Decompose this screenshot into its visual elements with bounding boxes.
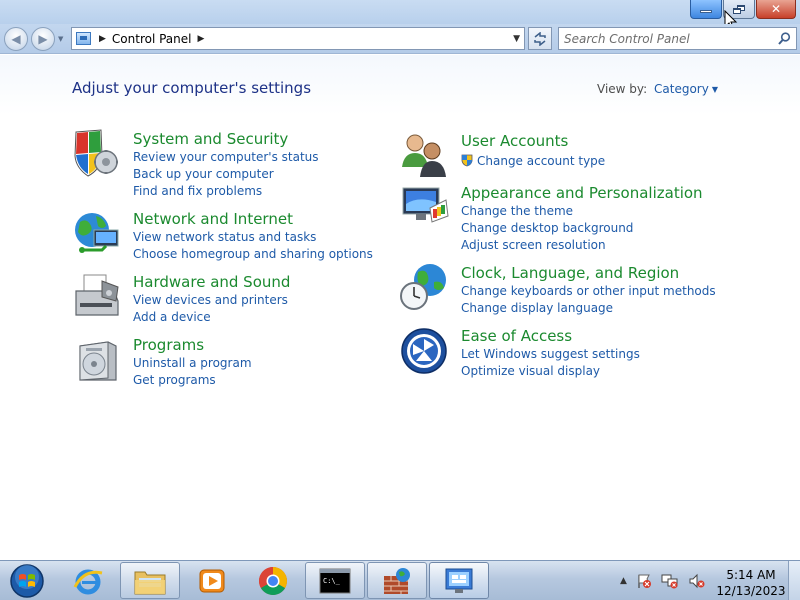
link-get-programs[interactable]: Get programs: [133, 373, 216, 387]
category-ease-of-access: Ease of Access Let Windows suggest setti…: [400, 325, 720, 380]
category-hardware-sound: Hardware and Sound View devices and prin…: [72, 271, 372, 326]
category-title[interactable]: Ease of Access: [461, 327, 572, 345]
link-label[interactable]: Change account type: [477, 154, 605, 168]
close-icon: ✕: [770, 2, 782, 16]
taskbar-file-explorer[interactable]: [120, 562, 180, 599]
clock-time: 5:14 AM: [726, 568, 776, 582]
link-change-account-type[interactable]: Change account type: [461, 154, 605, 168]
category-network-internet: Network and Internet View network status…: [72, 208, 373, 263]
link-view-network-status[interactable]: View network status and tasks: [133, 230, 316, 244]
navigation-bar: ◀ ▶ ▼ ▶ Control Panel ▶ ▼: [0, 24, 800, 54]
close-button[interactable]: ✕: [756, 0, 796, 19]
taskbar-clock[interactable]: 5:14 AM 12/13/2023: [716, 567, 786, 599]
clock-date: 12/13/2023: [716, 584, 786, 598]
link-back-up-computer[interactable]: Back up your computer: [133, 167, 274, 181]
recent-pages-dropdown[interactable]: ▼: [58, 35, 63, 43]
title-bar: ✕: [0, 0, 800, 31]
action-center-flag-icon[interactable]: [636, 573, 652, 589]
monitor-palette-icon[interactable]: [400, 182, 450, 232]
back-button[interactable]: ◀: [4, 27, 28, 51]
ease-of-access-icon[interactable]: [400, 325, 450, 375]
control-panel-content: Adjust your computer's settings View by:…: [0, 55, 800, 560]
minimize-icon: [700, 10, 712, 13]
uac-shield-icon: [461, 154, 473, 167]
search-icon[interactable]: [778, 32, 791, 45]
file-explorer-icon: [134, 571, 166, 594]
breadcrumb-chevron-icon[interactable]: ▶: [99, 34, 106, 44]
link-uninstall-program[interactable]: Uninstall a program: [133, 356, 252, 370]
taskbar-firewall[interactable]: [367, 562, 427, 599]
view-by-dropdown[interactable]: Category ▼: [654, 82, 718, 96]
view-by-label: View by:: [597, 82, 648, 96]
taskbar-internet-explorer[interactable]: [58, 562, 118, 599]
control-panel-icon: [445, 568, 473, 593]
search-box[interactable]: [558, 27, 797, 50]
category-title[interactable]: Appearance and Personalization: [461, 184, 703, 202]
show-hidden-icons-icon[interactable]: ▲: [620, 576, 627, 586]
link-view-devices-printers[interactable]: View devices and printers: [133, 293, 288, 307]
category-system-security: System and Security Review your computer…: [72, 128, 372, 198]
clock-globe-icon[interactable]: [400, 262, 450, 312]
forward-arrow-icon: ▶: [38, 32, 48, 46]
link-review-computer-status[interactable]: Review your computer's status: [133, 150, 319, 164]
network-globe-icon[interactable]: [72, 208, 122, 258]
network-status-icon[interactable]: [661, 573, 679, 589]
programs-box-icon[interactable]: [72, 334, 122, 384]
minimize-button[interactable]: [690, 0, 722, 19]
view-by-value[interactable]: Category: [654, 82, 709, 96]
command-prompt-icon: C:\_: [319, 568, 351, 593]
taskbar-control-panel[interactable]: [429, 562, 489, 599]
breadcrumb-control-panel[interactable]: Control Panel: [112, 32, 192, 46]
address-bar[interactable]: ▶ Control Panel ▶ ▼: [71, 27, 525, 50]
taskbar: C:\_ ▲ 5:14 AM 12/13/2023: [0, 560, 800, 600]
category-title[interactable]: Programs: [133, 336, 204, 354]
show-desktop-button[interactable]: [788, 561, 800, 600]
refresh-icon: [534, 31, 546, 46]
category-appearance-personalization: Appearance and Personalization Change th…: [400, 182, 720, 252]
address-dropdown-icon[interactable]: ▼: [513, 34, 520, 44]
category-programs: Programs Uninstall a program Get program…: [72, 334, 372, 389]
volume-muted-icon[interactable]: [688, 573, 706, 589]
link-change-desktop-background[interactable]: Change desktop background: [461, 221, 633, 235]
forward-button[interactable]: ▶: [31, 27, 55, 51]
refresh-button[interactable]: [528, 27, 552, 50]
back-arrow-icon: ◀: [11, 32, 21, 46]
link-let-windows-suggest[interactable]: Let Windows suggest settings: [461, 347, 640, 361]
link-adjust-screen-resolution[interactable]: Adjust screen resolution: [461, 238, 606, 252]
system-tray: ▲: [616, 561, 706, 600]
link-change-display-language[interactable]: Change display language: [461, 301, 613, 315]
link-optimize-visual-display[interactable]: Optimize visual display: [461, 364, 600, 378]
category-title[interactable]: Clock, Language, and Region: [461, 264, 679, 282]
users-icon[interactable]: [400, 131, 450, 181]
link-change-theme[interactable]: Change the theme: [461, 204, 573, 218]
firewall-icon: [384, 567, 410, 594]
category-clock-language-region: Clock, Language, and Region Change keybo…: [400, 262, 720, 322]
view-by-caret-icon[interactable]: ▼: [712, 85, 718, 94]
link-homegroup-sharing[interactable]: Choose homegroup and sharing options: [133, 247, 373, 261]
control-panel-small-icon: [76, 32, 91, 45]
taskbar-chrome[interactable]: [243, 562, 303, 599]
link-find-fix-problems[interactable]: Find and fix problems: [133, 184, 262, 198]
internet-explorer-icon: [73, 569, 103, 594]
search-input[interactable]: [559, 28, 769, 49]
svg-text:C:\_: C:\_: [323, 577, 341, 585]
printer-icon[interactable]: [72, 271, 122, 321]
caption-buttons: ✕: [690, 0, 796, 19]
link-change-keyboards[interactable]: Change keyboards or other input methods: [461, 284, 716, 298]
media-player-icon: [199, 569, 225, 592]
category-title[interactable]: System and Security: [133, 130, 288, 148]
category-title[interactable]: Hardware and Sound: [133, 273, 290, 291]
taskbar-media-player[interactable]: [182, 562, 242, 599]
start-orb-icon[interactable]: [6, 563, 48, 599]
category-title[interactable]: Network and Internet: [133, 210, 293, 228]
category-user-accounts: User Accounts Change account type: [400, 131, 720, 177]
chrome-icon: [259, 566, 287, 595]
category-title[interactable]: User Accounts: [461, 132, 568, 150]
taskbar-command-prompt[interactable]: C:\_: [305, 562, 365, 599]
page-title: Adjust your computer's settings: [72, 79, 312, 97]
link-add-device[interactable]: Add a device: [133, 310, 211, 324]
breadcrumb-chevron-icon[interactable]: ▶: [198, 34, 205, 44]
shield-icon[interactable]: [72, 128, 122, 178]
